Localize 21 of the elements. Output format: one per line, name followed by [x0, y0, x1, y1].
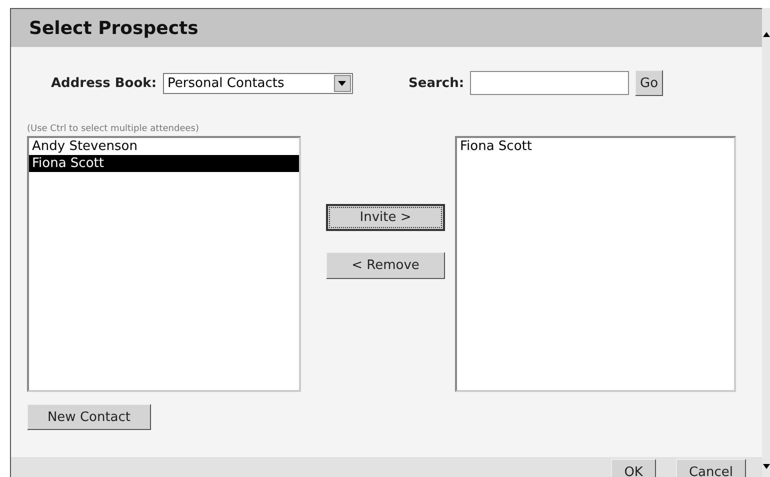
list-item[interactable]: Andy Stevenson: [29, 138, 299, 155]
window-title: Select Prospects: [11, 9, 762, 47]
hint-text: (Use Ctrl to select multiple attendees): [27, 124, 200, 135]
search-field[interactable]: [470, 71, 630, 95]
scroll-up-icon[interactable]: [762, 32, 770, 37]
field-label: Search:: [408, 76, 464, 90]
invited-list[interactable]: Fiona Scott: [455, 136, 736, 392]
footer-button[interactable]: Cancel: [676, 459, 746, 477]
move-button[interactable]: < Remove: [326, 252, 445, 279]
footer-button[interactable]: OK: [611, 459, 656, 477]
new-contact-button[interactable]: New Contact: [27, 404, 151, 430]
scroll-down-icon[interactable]: [762, 464, 770, 469]
contacts-list[interactable]: Andy Stevenson Fiona Scott: [27, 136, 301, 392]
list-item[interactable]: Fiona Scott: [457, 138, 734, 155]
field-label: Address Book:: [51, 76, 157, 90]
move-button[interactable]: Invite >: [326, 204, 445, 231]
dropdown-value: Personal Contacts: [168, 76, 284, 90]
address-book-dropdown[interactable]: Personal Contacts: [162, 72, 353, 94]
caret-icon[interactable]: [334, 74, 351, 92]
list-item[interactable]: Fiona Scott: [29, 155, 299, 172]
go-button[interactable]: Go: [635, 70, 664, 96]
